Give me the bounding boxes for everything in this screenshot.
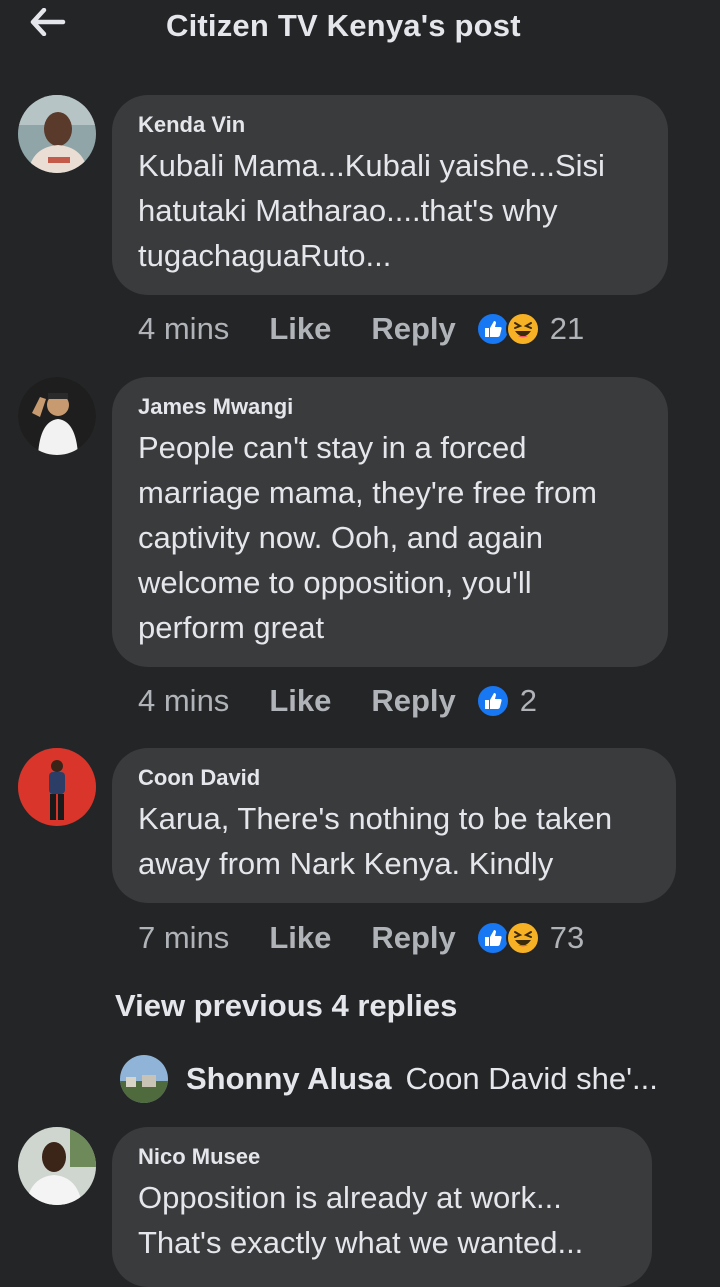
- comment-line: welcome to opposition, you'll: [138, 565, 532, 600]
- comment-bubble[interactable]: Nico Musee Opposition is already at work…: [112, 1127, 652, 1287]
- comment-line: tugachaguaRuto...: [138, 238, 392, 273]
- avatar-coon-david[interactable]: [18, 748, 96, 826]
- comment-line: Kubali Mama...Kubali yaishe...Sisi: [138, 148, 605, 183]
- comment-actions: 4 mins Like Reply 2: [138, 681, 537, 721]
- avatar-nico-musee[interactable]: [18, 1127, 96, 1205]
- like-button[interactable]: Like: [269, 311, 331, 347]
- comment-text: Opposition is already at work... That's …: [138, 1175, 626, 1265]
- reaction-summary[interactable]: 2: [475, 683, 538, 719]
- comment-line: hatutaki Matharao....that's why: [138, 193, 558, 228]
- top-bar: Citizen TV Kenya's post: [0, 0, 720, 56]
- comment-bubble[interactable]: James Mwangi People can't stay in a forc…: [112, 377, 668, 667]
- view-previous-replies-link[interactable]: View previous 4 replies: [115, 988, 457, 1024]
- reply-button[interactable]: Reply: [371, 920, 455, 956]
- comment-line: marriage mama, they're free from: [138, 475, 598, 510]
- haha-reaction-icon: [505, 921, 540, 955]
- comment-bubble[interactable]: Kenda Vin Kubali Mama...Kubali yaishe...…: [112, 95, 668, 295]
- comment-actions: 4 mins Like Reply 21: [138, 309, 584, 349]
- timestamp: 4 mins: [138, 311, 230, 346]
- haha-reaction-icon: [505, 312, 540, 346]
- comment-text: People can't stay in a forced marriage m…: [138, 425, 642, 650]
- page-title: Citizen TV Kenya's post: [166, 8, 521, 43]
- like-reaction-icon: [475, 684, 510, 718]
- arrow-left-icon: [30, 8, 66, 36]
- reply-preview[interactable]: Shonny Alusa Coon David she'...: [120, 1054, 658, 1104]
- avatar-james-mwangi[interactable]: [18, 377, 96, 455]
- comment-actions: 7 mins Like Reply 73: [138, 918, 584, 958]
- reaction-summary[interactable]: 73: [475, 920, 585, 956]
- comment-line: captivity now. Ooh, and again: [138, 520, 543, 555]
- comment-text: Kubali Mama...Kubali yaishe...Sisi hatut…: [138, 143, 642, 278]
- reaction-count: 73: [549, 920, 585, 955]
- comment-line: People can't stay in a forced: [138, 430, 527, 465]
- comment-line: That's exactly what we wanted...: [138, 1225, 584, 1260]
- reaction-count: 2: [519, 683, 538, 718]
- comment-line: perform great: [138, 610, 325, 645]
- reaction-summary[interactable]: 21: [475, 311, 585, 347]
- reply-text: Coon David she'...: [405, 1061, 658, 1096]
- comment-line: away from Nark Kenya. Kindly: [138, 846, 554, 881]
- commenter-name[interactable]: Kenda Vin: [138, 111, 642, 139]
- timestamp: 4 mins: [138, 683, 230, 718]
- reaction-count: 21: [549, 311, 585, 346]
- like-button[interactable]: Like: [269, 683, 331, 719]
- timestamp: 7 mins: [138, 920, 230, 955]
- like-button[interactable]: Like: [269, 920, 331, 956]
- back-button[interactable]: [26, 4, 70, 40]
- commenter-name[interactable]: James Mwangi: [138, 393, 642, 421]
- like-reaction-icon: [475, 312, 510, 346]
- reply-button[interactable]: Reply: [371, 311, 455, 347]
- comment-line: Karua, There's nothing to be taken: [138, 801, 613, 836]
- reply-button[interactable]: Reply: [371, 683, 455, 719]
- avatar-shonny-alusa[interactable]: [120, 1055, 168, 1103]
- reply-author-name[interactable]: Shonny Alusa: [186, 1061, 392, 1097]
- comment-bubble[interactable]: Coon David Karua, There's nothing to be …: [112, 748, 676, 903]
- commenter-name[interactable]: Nico Musee: [138, 1143, 626, 1171]
- like-reaction-icon: [475, 921, 510, 955]
- commenter-name[interactable]: Coon David: [138, 764, 650, 792]
- comment-text: Karua, There's nothing to be taken away …: [138, 796, 650, 886]
- comment-line: Opposition is already at work...: [138, 1180, 562, 1215]
- avatar-kenda-vin[interactable]: [18, 95, 96, 173]
